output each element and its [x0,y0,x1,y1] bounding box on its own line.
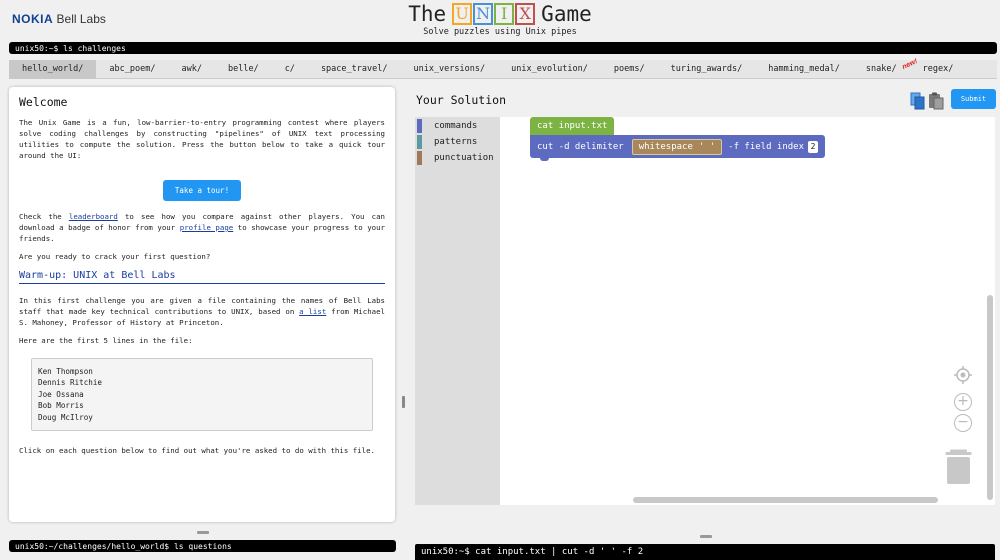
whitespace-value: ' ' [698,141,716,152]
challenge-tabs: hello_world/abc_poem/awk/belle/c/space_t… [9,57,997,79]
take-tour-button[interactable]: Take a tour! [162,180,242,201]
tab-awk[interactable]: awk/ [168,60,214,79]
a-list-link[interactable]: a list [299,307,326,316]
tab-space-travel[interactable]: space_travel/ [308,60,401,79]
tab-hello-world[interactable]: hello_world/ [9,59,97,79]
vertical-splitter-handle[interactable] [402,396,405,408]
category-color-bar [417,135,422,149]
intro-text: The Unix Game is a fun, low-barrier-to-e… [19,118,385,160]
tab-poems[interactable]: poems/ [601,60,658,79]
workspace-horizontal-scrollbar[interactable] [633,497,938,503]
game-title-block: The UNIX Game Solve puzzles using Unix p… [0,2,1000,37]
check-text-1: Check the [19,212,69,221]
tab-label: awk/ [181,63,202,74]
ready-text: Are you ready to crack your first questi… [19,252,211,261]
trash-icon[interactable] [945,449,972,485]
challenge-paragraph: In this first challenge you are given a … [19,295,385,328]
block-connector-nub [540,157,549,161]
category-color-bar [417,151,422,165]
zoom-out-icon[interactable]: − [954,414,972,432]
category-label: commands [434,121,478,131]
file-line: Dennis Ritchie [38,378,103,388]
game-subtitle: Solve puzzles using Unix pipes [423,27,577,37]
solution-title: Your Solution [416,93,507,107]
unix-letter-boxes: UNIX [452,3,536,25]
warmup-heading: Warm-up: UNIX at Bell Labs [19,270,385,284]
field-index-input[interactable]: 2 [808,140,819,153]
title-post: Game [541,2,592,26]
copy-icon[interactable] [910,92,926,110]
toolbox-category-patterns[interactable]: patterns [417,135,477,149]
field-index-label: -f field index [728,141,805,152]
unix-letter-x: X [515,3,536,25]
profile-page-link[interactable]: profile page [180,223,233,232]
right-horizontal-splitter-handle[interactable] [700,535,712,538]
pipeline-terminal: unix50:~$ cat input.txt | cut -d ' ' -f … [415,544,995,560]
tab-label: space_travel/ [320,63,388,74]
cut-block-label: cut -d delimiter [537,141,624,152]
file-line: Ken Thompson [38,367,93,376]
category-color-bar [417,119,422,133]
tab-label: hamming_medal/ [768,63,840,74]
whitespace-delimiter-block[interactable]: whitespace ' ' [631,138,723,155]
unix-letter-i: I [494,3,515,25]
unix-letter-n: N [473,3,494,25]
tab-regex[interactable]: regex/new! [901,57,967,79]
leaderboard-link[interactable]: leaderboard [69,212,118,221]
cat-block[interactable]: cat input.txt [530,117,615,135]
tab-belle[interactable]: belle/ [215,60,272,79]
left-horizontal-splitter-handle[interactable] [197,531,209,534]
file-line: Bob Morris [38,401,84,411]
game-title: The UNIX Game [408,2,592,26]
tab-turing-awards[interactable]: turing_awards/ [658,60,756,79]
tab-label: regex/ [922,63,954,74]
file-line: Joe Ossana [38,389,84,399]
workspace-vertical-scrollbar[interactable] [987,295,993,500]
top-terminal: unix50:~$ ls challenges [9,42,997,54]
tab-unix-versions[interactable]: unix_versions/ [400,60,498,79]
tab-label: unix_versions/ [413,63,486,74]
category-label: punctuation [434,153,494,163]
outro-text: Click on each question below to find out… [19,446,375,456]
cut-block[interactable]: cut -d delimiter whitespace ' ' -f field … [530,135,825,158]
description-panel[interactable]: Welcome The Unix Game is a fun, low-barr… [9,87,395,522]
tab-abc-poem[interactable]: abc_poem/ [96,60,168,79]
tab-label: hello_world/ [22,63,84,74]
file-preview-box: Ken Thompson Dennis Ritchie Joe Ossana Bob … [31,358,373,432]
zoom-in-icon[interactable]: + [954,393,972,411]
tab-label: turing_awards/ [670,63,743,74]
panel-title: Welcome [19,95,68,109]
file-line: Doug McIlroy [38,412,93,422]
paste-icon[interactable] [928,92,944,110]
tab-label: unix_evolution/ [511,63,588,74]
unix-letter-u: U [452,3,473,25]
tab-label: abc_poem/ [109,63,156,74]
recenter-icon[interactable] [954,366,972,384]
tab-hamming-medal[interactable]: hamming_medal/ [755,60,853,79]
whitespace-label: whitespace [638,141,693,152]
first-lines-intro: Here are the first 5 lines in the file: [19,336,193,345]
toolbox-category-punctuation[interactable]: punctuation [417,151,494,165]
tab-label: c/ [284,63,295,74]
tab-label: poems/ [613,63,645,74]
toolbox-category-commands[interactable]: commands [417,119,477,133]
submit-button[interactable]: Submit [951,89,996,109]
block-toolbox: commands patterns punctuation [415,117,500,505]
questions-terminal: unix50:~/challenges/hello_world$ ls ques… [9,540,396,552]
blockly-workspace[interactable] [415,117,995,505]
tab-c[interactable]: c/ [272,60,308,79]
tab-unix-evolution[interactable]: unix_evolution/ [498,60,601,79]
tour-wrap: Take a tour! [19,178,385,201]
leaderboard-paragraph: Check the leaderboard to see how you com… [19,211,385,244]
title-pre: The [408,2,447,26]
tab-label: belle/ [227,63,259,74]
tab-label: snake/ [865,63,897,74]
category-label: patterns [434,137,478,147]
